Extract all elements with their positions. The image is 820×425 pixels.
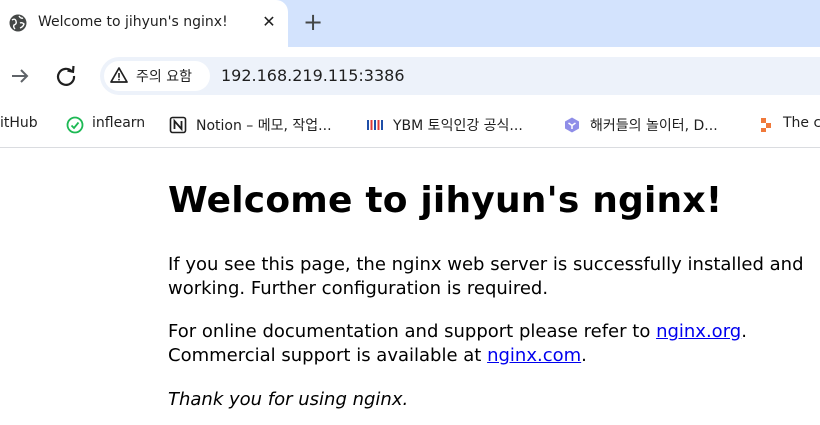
nginx-com-link[interactable]: nginx.com	[487, 345, 581, 366]
bookmark-dreamhack[interactable]: 해커들의 놀이터, D...	[590, 115, 718, 135]
docs-text: For online documentation and support ple…	[168, 321, 657, 342]
url-text[interactable]: 192.168.219.115:3386	[221, 66, 405, 85]
commercial-period: .	[581, 345, 587, 366]
bookmark-ybm[interactable]: YBM 토익인강 공식...	[393, 115, 523, 135]
commercial-text: Commercial support is available at	[168, 345, 488, 366]
bookmarks-bar: itHub inflearn Notion – 메모, 작업... YBM 토익…	[0, 103, 820, 148]
thanks-text: Thank you for using nginx.	[168, 389, 409, 410]
the-c-icon	[761, 118, 771, 132]
dreamhack-icon	[565, 117, 579, 133]
docs-period: .	[741, 321, 747, 342]
forward-icon[interactable]	[8, 64, 32, 88]
page-heading: Welcome to jihyun's nginx!	[168, 180, 723, 221]
tab-title: Welcome to jihyun's nginx!	[38, 14, 228, 30]
docs-paragraph: For online documentation and support ple…	[168, 320, 808, 368]
reload-icon[interactable]	[52, 62, 80, 90]
warning-icon	[110, 67, 128, 83]
bookmark-github[interactable]: itHub	[0, 115, 38, 131]
security-warning-label: 주의 요함	[136, 69, 192, 85]
ybm-icon	[367, 120, 383, 130]
tab-close-icon[interactable]: ✕	[258, 11, 280, 33]
new-tab-button[interactable]: +	[300, 9, 326, 35]
bookmark-the-c[interactable]: The c	[783, 115, 820, 131]
inflearn-icon	[66, 116, 84, 134]
globe-icon	[9, 14, 27, 32]
nginx-org-link[interactable]: nginx.org	[656, 321, 741, 342]
notion-icon	[169, 116, 187, 134]
bookmark-inflearn[interactable]: inflearn	[92, 115, 145, 131]
bookmark-notion[interactable]: Notion – 메모, 작업...	[196, 115, 332, 135]
intro-paragraph: If you see this page, the nginx web serv…	[168, 254, 804, 299]
